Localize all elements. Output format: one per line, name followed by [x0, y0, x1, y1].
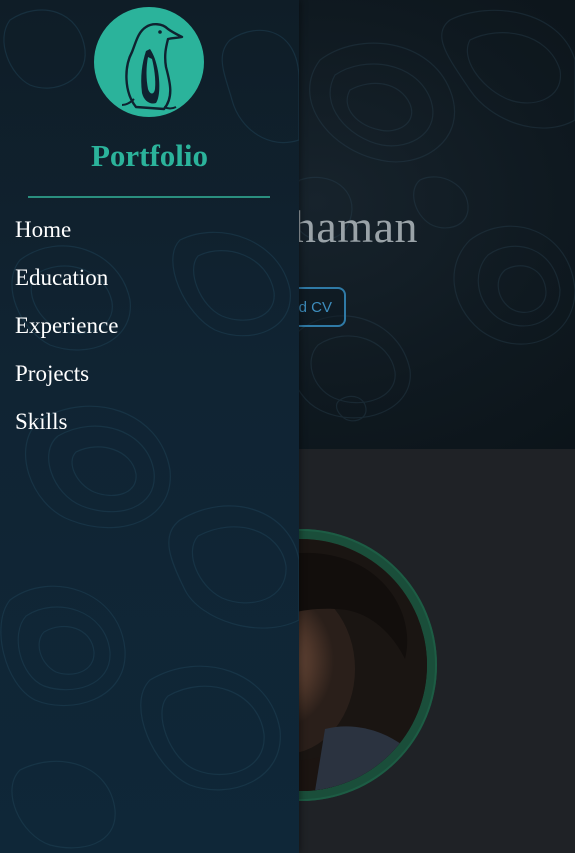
download-cv-label: d CV [298, 298, 332, 316]
sidebar-item-skills[interactable]: Skills [15, 402, 118, 450]
portfolio-page: ahaman d CV Portfolio Home Education Exp… [0, 0, 575, 853]
sidebar-item-projects[interactable]: Projects [15, 354, 118, 402]
sidebar-nav: Portfolio Home Education Experience Proj… [0, 0, 299, 853]
sidebar-divider [28, 196, 270, 198]
sidebar-item-education[interactable]: Education [15, 258, 118, 306]
sidebar-item-experience[interactable]: Experience [15, 306, 118, 354]
nav-menu: Home Education Experience Projects Skill… [15, 210, 118, 450]
penguin-icon[interactable] [94, 7, 204, 117]
brand-title[interactable]: Portfolio [0, 138, 299, 174]
sidebar-item-home[interactable]: Home [15, 210, 118, 258]
